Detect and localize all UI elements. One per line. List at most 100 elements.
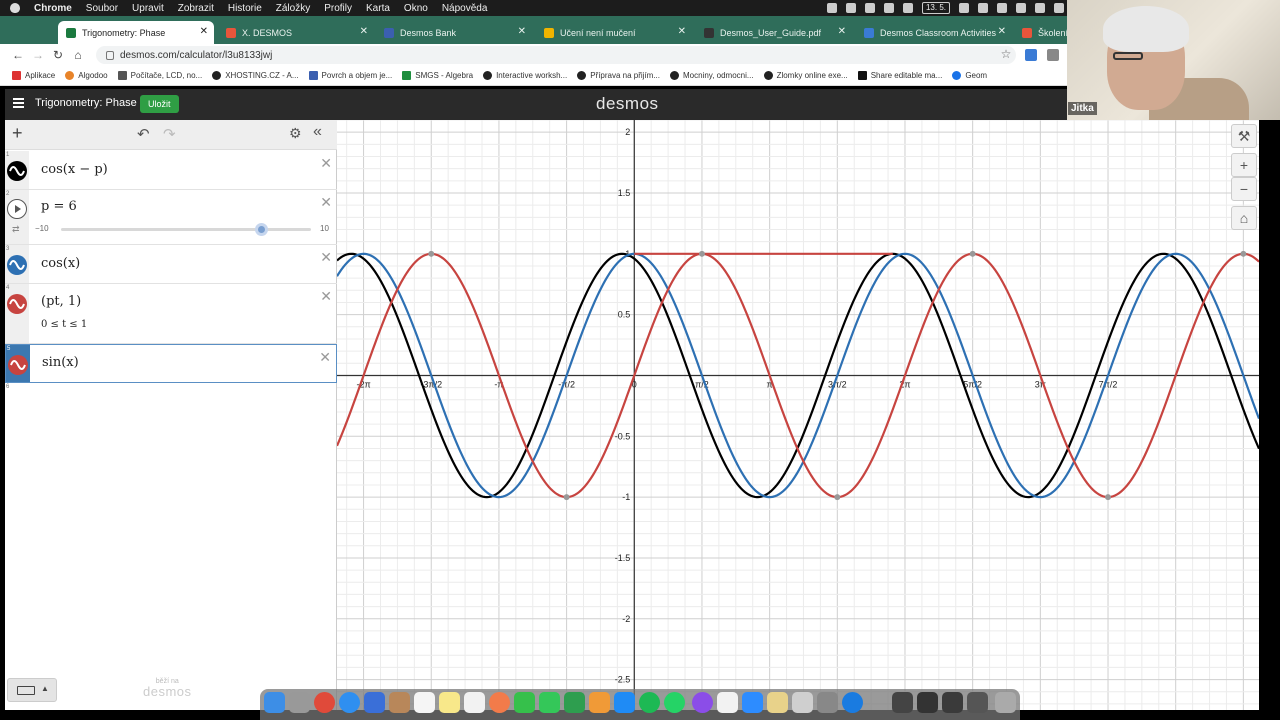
launchpad-icon[interactable]	[289, 692, 310, 713]
chrome-icon[interactable]	[314, 692, 335, 713]
zoom-in-button[interactable]: +	[1231, 153, 1257, 177]
menu-soubor[interactable]: Soubor	[86, 3, 118, 14]
wave-toggle-icon[interactable]	[8, 355, 28, 375]
delete-expression-icon[interactable]: ✕	[320, 249, 332, 266]
slider-min-label[interactable]: −10	[35, 224, 49, 233]
bookmark-item[interactable]: Zlomky online exe...	[763, 71, 848, 80]
facetime-icon[interactable]	[539, 692, 560, 713]
slider-track[interactable]	[61, 223, 311, 236]
menu-karta[interactable]: Karta	[366, 3, 390, 14]
wave-toggle-icon[interactable]	[7, 294, 27, 314]
expression-row-5[interactable]: 5 sin(x) ✕	[5, 344, 337, 383]
bookmark-item[interactable]: Mocniny, odmocni...	[670, 71, 754, 80]
trash-icon[interactable]	[995, 692, 1016, 713]
safari-icon[interactable]	[339, 692, 360, 713]
wave-toggle-icon[interactable]	[7, 255, 27, 275]
close-icon[interactable]: ✕	[998, 26, 1006, 37]
bookmark-item[interactable]: Povrch a objem je...	[308, 71, 392, 80]
status-icon[interactable]	[902, 3, 913, 13]
tab-trigonometry-phase[interactable]: Trigonometry: Phase ✕	[58, 21, 214, 44]
wrench-icon[interactable]: ⚒	[1231, 124, 1257, 148]
teamviewer-icon[interactable]	[842, 692, 863, 713]
home-icon[interactable]: ⌂	[68, 48, 88, 62]
photos-icon[interactable]	[489, 692, 510, 713]
date-badge[interactable]: 13. 5.	[921, 2, 950, 14]
menu-upravit[interactable]: Upravit	[132, 3, 164, 14]
stickies-icon[interactable]	[767, 692, 788, 713]
bookmark-item[interactable]: Aplikace	[12, 71, 55, 80]
loop-icon[interactable]: ⇄	[12, 224, 20, 235]
spotify-icon[interactable]	[639, 692, 660, 713]
wave-toggle-icon[interactable]	[7, 161, 27, 181]
wifi-icon[interactable]	[1054, 3, 1064, 13]
expression-row-2[interactable]: 2 ⇄ p = 6 ✕ −10 10	[5, 190, 337, 245]
tab-desmos-classroom[interactable]: Desmos Classroom Activities ✕	[856, 21, 1012, 44]
hamburger-menu-icon[interactable]	[13, 98, 24, 108]
status-icon[interactable]	[864, 3, 875, 13]
menu-okno[interactable]: Okno	[404, 3, 428, 14]
whatsapp-icon[interactable]	[664, 692, 685, 713]
bookmark-item[interactable]: XHOSTING.CZ - A...	[212, 71, 299, 80]
close-icon[interactable]: ✕	[200, 26, 208, 37]
expression-input[interactable]: cos(x)	[41, 256, 80, 271]
play-icon[interactable]	[7, 199, 27, 219]
expression-row-6[interactable]: 6	[5, 383, 337, 413]
bookmark-item[interactable]: Příprava na přijím...	[577, 71, 660, 80]
calendar-icon[interactable]	[414, 692, 435, 713]
undo-icon[interactable]: ↶	[137, 125, 150, 143]
delete-expression-icon[interactable]: ✕	[319, 349, 331, 366]
delete-expression-icon[interactable]: ✕	[320, 155, 332, 172]
graph-svg[interactable]: -3π-5π/2-2π-3π/2-π-π/20π/2π3π/22π5π/23π7…	[337, 120, 1259, 710]
expression-input[interactable]: p = 6	[41, 199, 77, 214]
domain-restriction[interactable]: 0 ≤ t ≤ 1	[41, 319, 87, 330]
lock-icon[interactable]	[106, 50, 114, 60]
bookmark-item[interactable]: Počítače, LCD, no...	[117, 71, 202, 80]
minimized-window-icon[interactable]	[892, 692, 913, 713]
zoom-out-button[interactable]: −	[1231, 177, 1257, 201]
menu-zalozky[interactable]: Záložky	[276, 3, 310, 14]
messages-icon[interactable]	[514, 692, 535, 713]
graph-canvas[interactable]: -3π-5π/2-2π-3π/2-π-π/20π/2π3π/22π5π/23π7…	[337, 120, 1259, 710]
minimized-window-icon[interactable]	[967, 692, 988, 713]
play-icon[interactable]	[959, 3, 969, 13]
minimized-window-icon[interactable]	[942, 692, 963, 713]
menu-chrome[interactable]: Chrome	[34, 3, 72, 14]
reload-icon[interactable]: ↻	[48, 48, 68, 62]
tab-skoleni[interactable]: Školení D	[1014, 21, 1067, 44]
save-button[interactable]: Uložit	[140, 95, 179, 113]
bluetooth-icon[interactable]	[997, 3, 1007, 13]
app-icon[interactable]	[792, 692, 813, 713]
forward-icon[interactable]: →	[28, 48, 48, 62]
status-icon[interactable]	[978, 3, 988, 13]
messenger-icon[interactable]	[692, 692, 713, 713]
address-bar[interactable]: desmos.com/calculator/l3u8133jwj	[96, 46, 1016, 64]
bookmark-item[interactable]: Algodoo	[65, 71, 108, 80]
finder-icon[interactable]	[264, 692, 285, 713]
tab-x-desmos[interactable]: X. DESMOS ✕	[218, 21, 374, 44]
graph-title[interactable]: Trigonometry: Phase	[35, 97, 137, 109]
status-icon[interactable]	[845, 3, 856, 13]
collapse-panel-icon[interactable]: «	[313, 123, 322, 141]
slider-max-label[interactable]: 10	[320, 224, 329, 233]
tab-uceni-neni-muceni[interactable]: Učení není mučení ✕	[536, 21, 692, 44]
mail-icon[interactable]	[364, 692, 385, 713]
expression-input[interactable]: (pt, 1)	[41, 294, 81, 309]
bookmark-item[interactable]: Interactive worksh...	[483, 71, 567, 80]
expression-row-4[interactable]: 4 (pt, 1) 0 ≤ t ≤ 1 ✕	[5, 284, 337, 344]
preview-icon[interactable]	[717, 692, 738, 713]
status-icon[interactable]	[826, 3, 837, 13]
keyboard-toggle-button[interactable]	[7, 678, 57, 702]
close-icon[interactable]: ✕	[518, 26, 526, 37]
app-store-icon[interactable]	[614, 692, 635, 713]
minimized-window-icon[interactable]	[917, 692, 938, 713]
back-icon[interactable]: ←	[8, 48, 28, 62]
link-icon[interactable]	[1025, 49, 1037, 61]
contacts-icon[interactable]	[389, 692, 410, 713]
gear-icon[interactable]: ⚙	[289, 125, 302, 142]
star-icon[interactable]: ☆	[996, 47, 1016, 61]
notes-icon[interactable]	[439, 692, 460, 713]
extension-icon[interactable]	[1047, 49, 1059, 61]
tab-desmos-bank[interactable]: Desmos Bank ✕	[376, 21, 532, 44]
bookmark-item[interactable]: Geom	[952, 71, 987, 80]
menu-napoveda[interactable]: Nápověda	[442, 3, 488, 14]
